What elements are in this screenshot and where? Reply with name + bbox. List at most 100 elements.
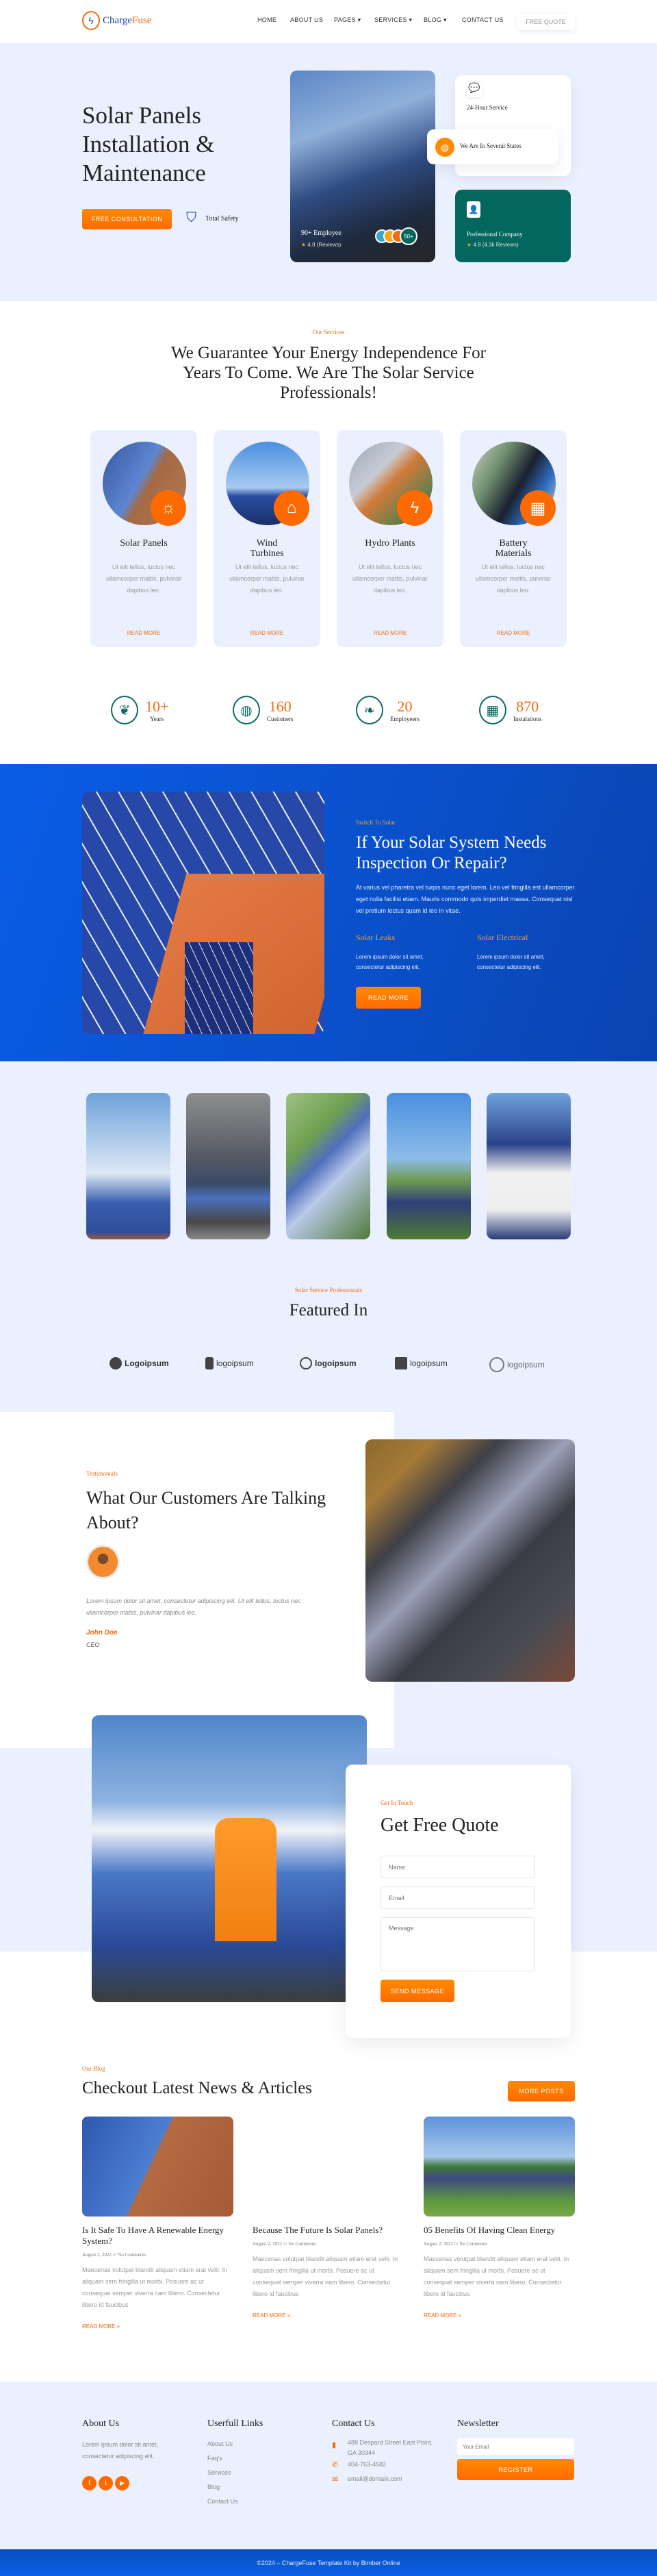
logo-mark-icon bbox=[300, 1357, 312, 1369]
partner-logo: logoipsum bbox=[489, 1357, 545, 1372]
feature-title: Solar Electrical bbox=[477, 933, 528, 942]
nav-about[interactable]: ABOUT US bbox=[290, 16, 323, 23]
support-agent-icon: 👤 bbox=[467, 201, 480, 218]
post-image bbox=[424, 2117, 575, 2217]
email-icon: ✉ bbox=[332, 2475, 339, 2484]
free-quote-button[interactable]: FREE QUOTE bbox=[517, 14, 575, 30]
footer-link-blog[interactable]: Blog bbox=[207, 2484, 220, 2490]
blog-post[interactable]: 05 Benefits Of Having Clean Energy Augus… bbox=[424, 2117, 575, 2319]
gallery-image bbox=[487, 1093, 571, 1239]
feature-text: Lorem ipsum dolor sit amet, consectetur … bbox=[477, 954, 545, 970]
logo-text-b: Fuse bbox=[132, 14, 152, 26]
youtube-icon[interactable]: ▶ bbox=[115, 2476, 129, 2490]
service-title: Wind Turbines bbox=[250, 538, 284, 559]
service-text: Ut elit tellus, luctus nec ullamcorper m… bbox=[352, 564, 428, 594]
read-more-link[interactable]: READ MORE » bbox=[253, 2312, 404, 2319]
inspection-text: At varius vel pharetra vel turpis nunc e… bbox=[356, 884, 575, 914]
service-card-solar[interactable]: ☼ Solar Panels Ut elit tellus, luctus ne… bbox=[90, 430, 197, 647]
read-more-link[interactable]: READ MORE » bbox=[424, 2312, 575, 2319]
feature-title: Solar Leaks bbox=[356, 933, 395, 942]
rooftop-solar-photo bbox=[82, 792, 324, 1034]
sun-icon: ☼ bbox=[151, 490, 186, 526]
post-title[interactable]: Because The Future Is Solar Panels? bbox=[253, 2225, 404, 2236]
partner-logo: logoipsum bbox=[395, 1357, 448, 1369]
read-more-link[interactable]: READ MORE bbox=[460, 630, 567, 636]
nav-home[interactable]: HOME bbox=[257, 16, 276, 23]
service-title: Hydro Plants bbox=[365, 538, 415, 548]
blog-post[interactable]: Because The Future Is Solar Panels? Augu… bbox=[253, 2117, 404, 2319]
inspection-read-more-button[interactable]: READ MORE bbox=[356, 987, 421, 1009]
inspection-section: Switch To Solar If Your Solar System Nee… bbox=[0, 764, 657, 1061]
facebook-icon[interactable]: f bbox=[82, 2476, 96, 2490]
read-more-link[interactable]: READ MORE bbox=[337, 630, 443, 636]
building-icon: ▮ bbox=[332, 2441, 337, 2449]
footer-phone: 404-763-4582 bbox=[348, 2461, 387, 2468]
total-safety-label: Total Safety bbox=[205, 215, 239, 223]
stat-employees: ❧ 20 Employeers bbox=[356, 696, 420, 724]
twitter-icon[interactable]: t bbox=[99, 2476, 113, 2490]
chat-bubbles-icon: 💬 bbox=[467, 82, 482, 97]
post-excerpt: Maecenas volutpat blandit aliquam etiam … bbox=[82, 2266, 228, 2308]
post-meta: August 2, 2022 /// No Comments bbox=[82, 2252, 146, 2258]
house-solar-photo bbox=[365, 1439, 575, 1682]
quote-title: Get Free Quote bbox=[381, 1815, 499, 1836]
gallery-image bbox=[387, 1093, 471, 1239]
inspection-title: If Your Solar System Needs Inspection Or… bbox=[356, 833, 547, 872]
footer-link-services[interactable]: Services bbox=[207, 2469, 231, 2476]
hero: Solar Panels Installation & Maintenance FR… bbox=[0, 43, 657, 301]
logo[interactable]: ϟ ChargeFuse bbox=[82, 11, 151, 30]
read-more-link[interactable]: READ MORE » bbox=[82, 2323, 233, 2329]
post-title[interactable]: Is It Safe To Have A Renewable Energy Sy… bbox=[82, 2225, 233, 2247]
name-input[interactable] bbox=[381, 1856, 535, 1878]
newsletter-email-input[interactable] bbox=[457, 2438, 574, 2455]
footer-link-about[interactable]: About Us bbox=[207, 2440, 233, 2447]
blog-title: Checkout Latest News & Articles bbox=[82, 2079, 313, 2097]
gallery-image bbox=[86, 1093, 170, 1239]
hero-title: Solar Panels Installation & Maintenance bbox=[82, 102, 215, 186]
read-more-link[interactable]: READ MORE bbox=[214, 630, 320, 636]
register-button[interactable]: REGISTER bbox=[457, 2459, 574, 2480]
leaf-cycle-icon: ❦ bbox=[111, 696, 138, 724]
free-consultation-button[interactable]: FREE CONSULTATION bbox=[82, 209, 172, 229]
post-meta: August 2, 2022 /// No Comments bbox=[424, 2241, 487, 2247]
feature-text: Lorem ipsum dolor sit amet, consectetur … bbox=[356, 954, 424, 970]
nav-services[interactable]: SERVICES ▾ bbox=[374, 16, 412, 24]
service-card-battery[interactable]: ▦ Battery Materials Ut elit tellus, luct… bbox=[460, 430, 567, 647]
gallery-image bbox=[286, 1093, 370, 1239]
logo-mark-icon bbox=[205, 1357, 214, 1369]
post-title[interactable]: 05 Benefits Of Having Clean Energy bbox=[424, 2225, 575, 2236]
post-excerpt: Maecenas volutpat blandit aliquam etiam … bbox=[253, 2256, 398, 2297]
company-rating: ★ 4.8 (4.3k Reviews) bbox=[467, 242, 519, 248]
hero-worker-photo: 90+ Employee ★ 4.8 (Reviews) 50+ bbox=[290, 71, 435, 262]
avatar-group: 50+ bbox=[375, 227, 417, 245]
service-text: Ut elit tellus, luctus nec ullamcorper m… bbox=[475, 564, 552, 594]
logo-text-a: Charge bbox=[103, 14, 133, 26]
nav-contact[interactable]: CONTACT US bbox=[462, 16, 504, 23]
leaf-plug-icon: ❧ bbox=[356, 696, 383, 724]
blog-post[interactable]: Is It Safe To Have A Renewable Energy Sy… bbox=[82, 2117, 233, 2329]
globe-hand-icon: ◍ bbox=[233, 696, 260, 724]
solar-house-icon: ⌂ bbox=[274, 490, 309, 526]
phone-icon: ✆ bbox=[332, 2461, 339, 2469]
inspection-label: Switch To Solar bbox=[356, 819, 396, 826]
nav-blog[interactable]: BLOG ▾ bbox=[424, 16, 447, 24]
nav-pages[interactable]: PAGES ▾ bbox=[334, 16, 361, 24]
footer-link-faqs[interactable]: Faq's bbox=[207, 2455, 222, 2462]
send-message-button[interactable]: SEND MESSAGE bbox=[381, 1980, 454, 2002]
footer-link-contact[interactable]: Contact Us bbox=[207, 2498, 238, 2505]
featured-label: Solar Service Professionals bbox=[294, 1287, 363, 1293]
testimonial-role: CEO bbox=[86, 1641, 100, 1648]
post-image bbox=[253, 2117, 404, 2217]
email-input[interactable] bbox=[381, 1886, 535, 1909]
logo-mark-icon bbox=[395, 1357, 407, 1369]
solar-panel-icon: ▦ bbox=[520, 490, 556, 526]
service-card-wind[interactable]: ⌂ Wind Turbines Ut elit tellus, luctus n… bbox=[214, 430, 320, 647]
bolt-logo-icon: ϟ bbox=[82, 11, 100, 30]
service-card-hydro[interactable]: ϟ Hydro Plants Ut elit tellus, luctus ne… bbox=[337, 430, 443, 647]
message-input[interactable] bbox=[381, 1917, 535, 1971]
footer-about-text: Lorem ipsum dolor sit amet, consectetur … bbox=[82, 2441, 159, 2460]
footer-email: email@domain.com bbox=[348, 2475, 402, 2482]
read-more-link[interactable]: READ MORE bbox=[90, 630, 197, 636]
more-posts-button[interactable]: MORE POSTS bbox=[508, 2081, 575, 2101]
social-icons: f t ▶ bbox=[82, 2476, 129, 2490]
